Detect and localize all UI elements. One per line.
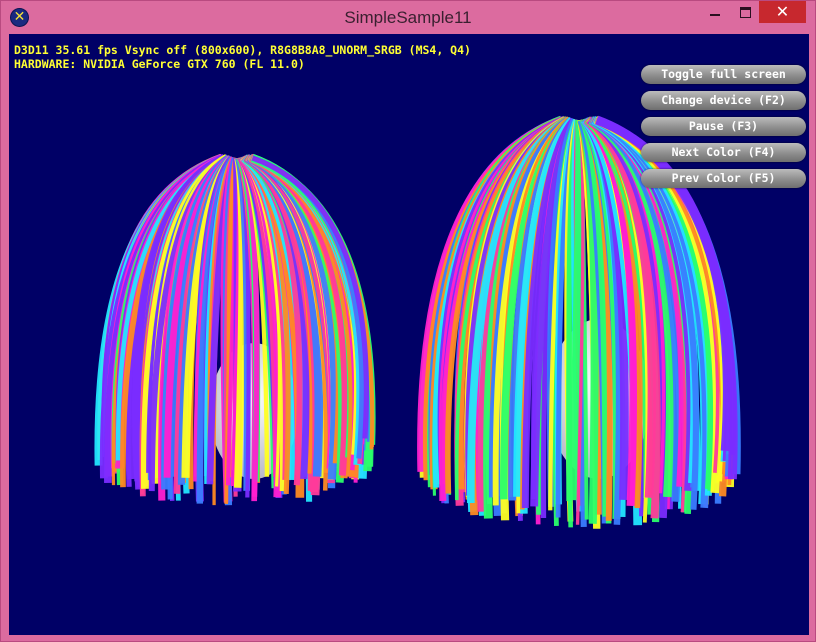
maximize-button[interactable] [731,1,759,23]
application-window: ✕ SimpleSample11 ✕ D3D11 35.61 fps Vsync… [0,0,816,642]
title-bar[interactable]: ✕ SimpleSample11 ✕ [1,1,815,34]
stats-line-fps: D3D11 35.61 fps Vsync off (800x600), R8G… [14,43,471,57]
pause-button[interactable]: Pause (F3) [641,117,806,136]
prev-color-button[interactable]: Prev Color (F5) [641,169,806,188]
change-device-button[interactable]: Change device (F2) [641,91,806,110]
stats-line-hardware: HARDWARE: NVIDIA GeForce GTX 760 (FL 11.… [14,57,305,71]
minimize-button[interactable] [701,1,729,23]
render-viewport[interactable]: D3D11 35.61 fps Vsync off (800x600), R8G… [9,34,809,635]
toggle-fullscreen-button[interactable]: Toggle full screen [641,65,806,84]
close-icon: ✕ [775,2,790,21]
maximize-icon [740,7,751,18]
minimize-icon [710,14,720,16]
left-head-group [94,153,376,506]
close-button[interactable]: ✕ [759,1,806,23]
next-color-button[interactable]: Next Color (F4) [641,143,806,162]
device-stats: D3D11 35.61 fps Vsync off (800x600), R8G… [14,43,471,71]
window-title: SimpleSample11 [344,8,472,27]
